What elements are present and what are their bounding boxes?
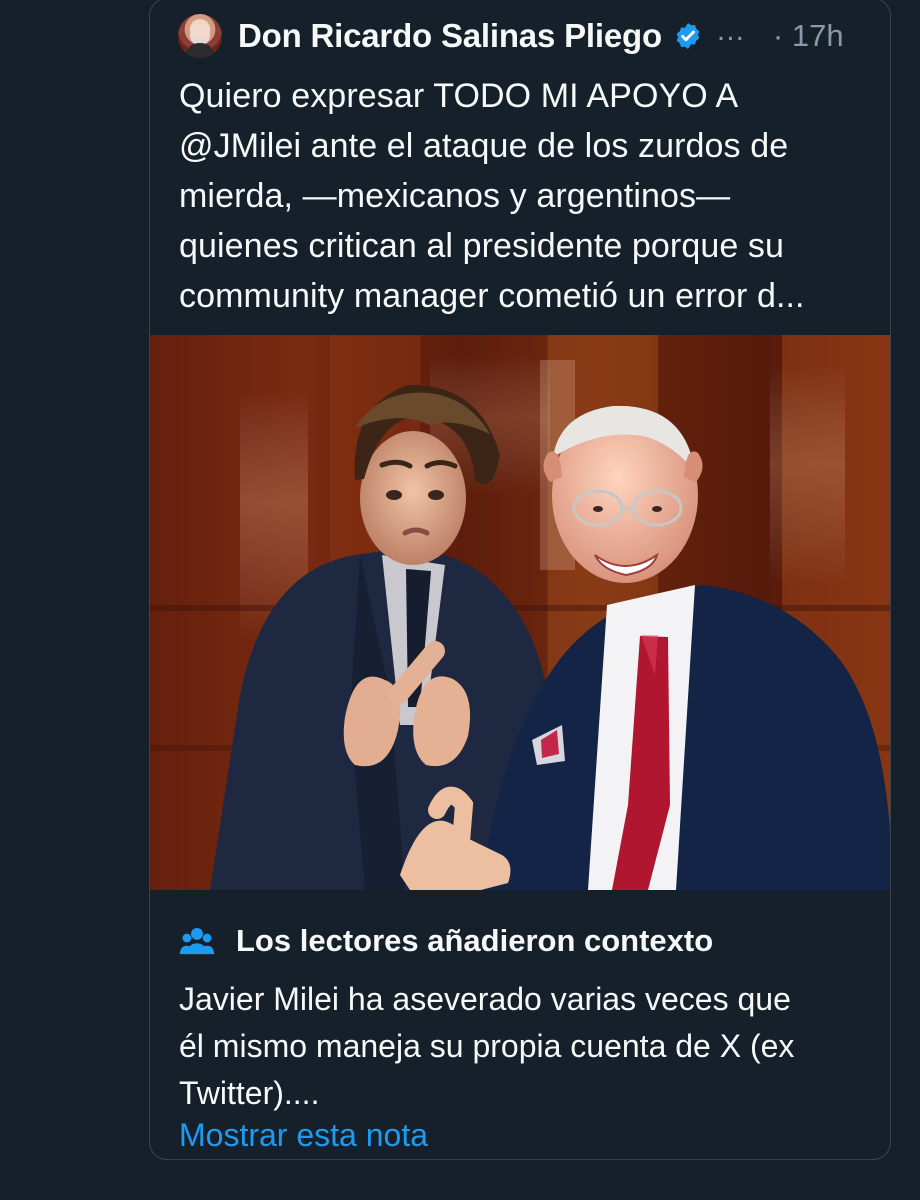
post-text-line: community manager cometió un error d... — [179, 277, 805, 315]
post-timestamp[interactable]: · 17h — [773, 18, 844, 54]
verified-badge-icon — [676, 23, 700, 49]
community-note-text: Javier Milei ha aseverado varias veces q… — [179, 976, 869, 1117]
community-note-title: Los lectores añadieron contexto — [236, 923, 714, 958]
community-note-text-line: Javier Milei ha aseverado varias veces q… — [179, 981, 791, 1017]
post-header: Don Ricardo Salinas Pliego ... · 17h — [178, 13, 868, 59]
community-note-header: Los lectores añadieron contexto — [178, 916, 713, 966]
avatar[interactable] — [178, 14, 222, 58]
more-options-button[interactable]: ... — [717, 14, 745, 48]
community-note-text-line: él mismo maneja su propia cuenta de X (e… — [179, 1028, 795, 1064]
community-note-text-line: Twitter).... — [179, 1075, 320, 1111]
post-text-line: @JMilei ante el ataque de los zurdos de — [179, 127, 789, 165]
post-text-line: Quiero expresar TODO MI APOYO A — [179, 77, 739, 115]
post-photo[interactable] — [150, 335, 890, 890]
show-note-link[interactable]: Mostrar esta nota — [179, 1117, 428, 1154]
post-text: Quiero expresar TODO MI APOYO A @JMilei … — [179, 71, 869, 321]
photo-illustration — [150, 335, 890, 890]
post-card[interactable]: Don Ricardo Salinas Pliego ... · 17h Qui… — [149, 0, 891, 1160]
post-text-line: quienes critican al presidente porque su — [179, 227, 785, 265]
people-icon — [179, 927, 215, 955]
post-text-line: mierda, —mexicanos y argentinos— — [179, 177, 731, 215]
author-name[interactable]: Don Ricardo Salinas Pliego — [238, 17, 662, 55]
